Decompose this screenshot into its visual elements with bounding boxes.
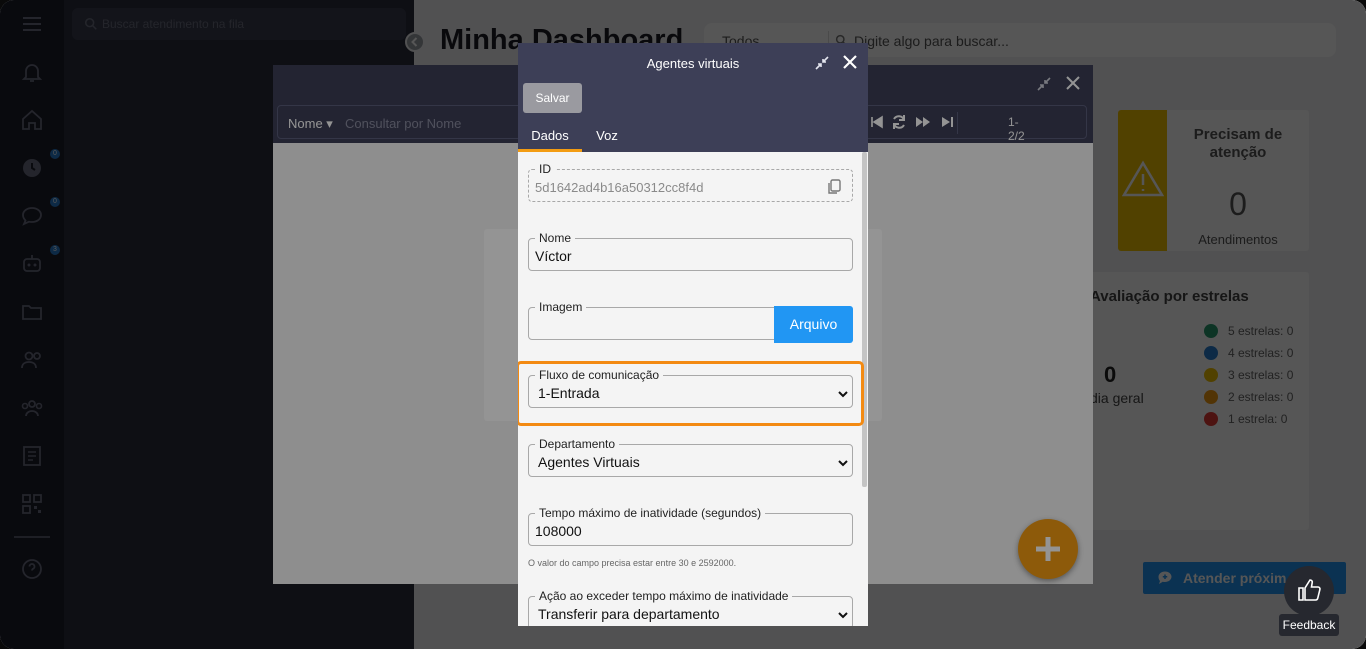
modal-header: Agentes virtuais Salvar Dados Voz [518, 43, 868, 152]
save-button[interactable]: Salvar [523, 83, 582, 113]
id-label: ID [539, 162, 551, 176]
flow-label: Fluxo de comunicação [539, 368, 660, 382]
timeout-hint: O valor do campo precisa estar entre 30 … [528, 558, 737, 568]
flow-value: 1-Entrada [538, 385, 600, 401]
name-label: Nome [539, 231, 572, 245]
image-label: Imagem [539, 300, 583, 314]
file-button[interactable]: Arquivo [774, 306, 853, 343]
id-field: ID 5d1642ad4b16a50312cc8f4d [528, 162, 853, 202]
timeout-input[interactable]: 108000 [535, 523, 582, 539]
timeout-action-label: Ação ao exceder tempo máximo de inativid… [539, 589, 789, 603]
copy-icon[interactable] [825, 178, 843, 196]
chevron-down-icon [838, 391, 848, 398]
timeout-label: Tempo máximo de inatividade (segundos) [539, 506, 762, 520]
thumbs-up-icon [1298, 579, 1321, 601]
id-value: 5d1642ad4b16a50312cc8f4d [535, 180, 704, 195]
modal-form: ID 5d1642ad4b16a50312cc8f4d Nome Víctor … [518, 152, 868, 626]
flow-select[interactable]: Fluxo de comunicação 1-Entrada [528, 368, 853, 408]
image-field: Imagem Arquivo [528, 300, 853, 343]
tab-voz[interactable]: Voz [582, 123, 632, 152]
feedback-button[interactable] [1284, 566, 1334, 616]
chevron-down-icon [838, 460, 848, 467]
chevron-down-icon [838, 612, 848, 619]
close-icon[interactable] [841, 53, 859, 71]
department-select[interactable]: Departamento Agentes Virtuais [528, 437, 853, 477]
timeout-action-select[interactable]: Ação ao exceder tempo máximo de inativid… [528, 589, 853, 626]
name-input[interactable]: Víctor [535, 248, 572, 264]
timeout-action-value: Transferir para departamento [538, 606, 720, 622]
virtual-agent-modal: Agentes virtuais Salvar Dados Voz ID 5d1… [518, 43, 868, 626]
scrollbar[interactable] [862, 152, 867, 487]
department-value: Agentes Virtuais [538, 454, 640, 470]
feedback-label[interactable]: Feedback [1279, 614, 1339, 636]
minimize-icon[interactable] [814, 55, 830, 71]
name-field[interactable]: Nome Víctor [528, 231, 853, 271]
tab-dados[interactable]: Dados [518, 123, 582, 152]
timeout-field[interactable]: Tempo máximo de inatividade (segundos) 1… [528, 506, 853, 546]
department-label: Departamento [539, 437, 616, 451]
app-frame: 0 0 3 Buscar atendimento na fila Minha D… [0, 0, 1366, 649]
